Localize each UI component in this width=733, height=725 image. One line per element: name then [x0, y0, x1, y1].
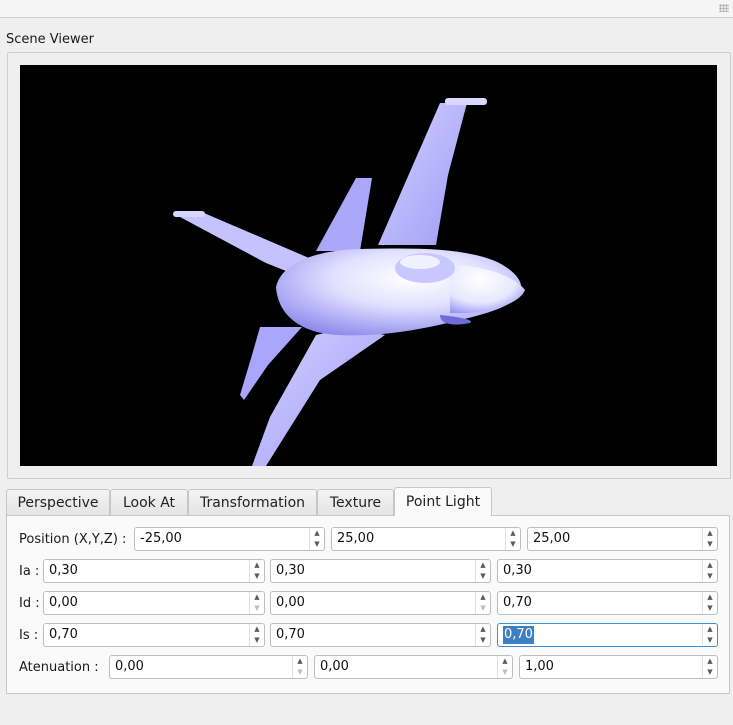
triangle-down-icon[interactable]: ▼	[476, 603, 490, 614]
triangle-up-icon[interactable]: ▲	[703, 592, 717, 603]
ia-label: Ia :	[19, 564, 40, 579]
triangle-down-icon[interactable]: ▼	[498, 667, 512, 678]
triangle-down-icon[interactable]: ▼	[250, 603, 264, 614]
triangle-up-icon[interactable]: ▲	[506, 528, 520, 539]
ia-g-spinbox[interactable]: 0,30 ▲ ▼	[270, 559, 491, 583]
triangle-down-icon[interactable]: ▼	[476, 571, 490, 582]
triangle-up-icon[interactable]: ▲	[498, 656, 512, 667]
triangle-up-icon[interactable]: ▲	[703, 656, 717, 667]
is-g-value: 0,70	[276, 627, 305, 642]
position-z-value: 25,00	[533, 531, 571, 546]
is-b-spinbox[interactable]: 0,70 ▲ ▼	[497, 623, 718, 647]
triangle-up-icon[interactable]: ▲	[476, 560, 490, 571]
ia-b-value: 0,30	[503, 563, 532, 578]
atenuation-quadratic-value: 1,00	[525, 659, 554, 674]
tab-look-at[interactable]: Look At	[110, 489, 188, 515]
is-r-spinbox[interactable]: 0,70 ▲ ▼	[43, 623, 265, 647]
triangle-up-icon[interactable]: ▲	[703, 528, 717, 539]
triangle-up-icon[interactable]: ▲	[250, 592, 264, 603]
position-y-value: 25,00	[337, 531, 375, 546]
is-r-value: 0,70	[49, 627, 78, 642]
triangle-down-icon[interactable]: ▼	[250, 635, 264, 646]
position-z-spinbox[interactable]: 25,00 ▲ ▼	[527, 527, 718, 551]
scene-viewer-title: Scene Viewer	[6, 32, 94, 47]
triangle-down-icon[interactable]: ▼	[250, 571, 264, 582]
position-label: Position (X,Y,Z) :	[19, 532, 127, 547]
id-b-value: 0,70	[503, 595, 532, 610]
is-g-spinbox[interactable]: 0,70 ▲ ▼	[270, 623, 491, 647]
ia-r-spinbox[interactable]: 0,30 ▲ ▼	[43, 559, 265, 583]
triangle-up-icon[interactable]: ▲	[703, 560, 717, 571]
triangle-down-icon[interactable]: ▼	[703, 571, 717, 582]
tab-perspective[interactable]: Perspective	[6, 489, 110, 515]
scene-viewport[interactable]	[20, 65, 717, 466]
triangle-up-icon[interactable]: ▲	[293, 656, 307, 667]
atenuation-constant-value: 0,00	[115, 659, 144, 674]
jet-model	[173, 98, 525, 466]
ia-b-spinbox[interactable]: 0,30 ▲ ▼	[497, 559, 718, 583]
triangle-down-icon[interactable]: ▼	[476, 635, 490, 646]
triangle-down-icon[interactable]: ▼	[703, 539, 717, 550]
tab-texture[interactable]: Texture	[317, 489, 394, 515]
triangle-up-icon[interactable]: ▲	[476, 592, 490, 603]
is-b-value: 0,70	[503, 626, 534, 644]
triangle-down-icon[interactable]: ▼	[703, 603, 717, 614]
atenuation-linear-spinbox[interactable]: 0,00 ▲ ▼	[314, 655, 513, 679]
id-g-spinbox[interactable]: 0,00 ▲ ▼	[270, 591, 491, 615]
triangle-up-icon[interactable]: ▲	[250, 560, 264, 571]
position-y-spinbox[interactable]: 25,00 ▲ ▼	[331, 527, 521, 551]
triangle-down-icon[interactable]: ▼	[506, 539, 520, 550]
position-x-value: -25,00	[140, 531, 182, 546]
ia-g-value: 0,30	[276, 563, 305, 578]
id-b-spinbox[interactable]: 0,70 ▲ ▼	[497, 591, 718, 615]
atenuation-constant-spinbox[interactable]: 0,00 ▲ ▼	[109, 655, 308, 679]
triangle-up-icon[interactable]: ▲	[250, 624, 264, 635]
triangle-up-icon[interactable]: ▲	[310, 528, 324, 539]
ia-r-value: 0,30	[49, 563, 78, 578]
triangle-down-icon[interactable]: ▼	[293, 667, 307, 678]
tab-point-light[interactable]: Point Light	[394, 487, 492, 516]
triangle-up-icon[interactable]: ▲	[476, 624, 490, 635]
id-r-spinbox[interactable]: 0,00 ▲ ▼	[43, 591, 265, 615]
atenuation-quadratic-spinbox[interactable]: 1,00 ▲ ▼	[519, 655, 718, 679]
id-label: Id :	[19, 596, 40, 611]
triangle-down-icon[interactable]: ▼	[703, 635, 717, 646]
id-g-value: 0,00	[276, 595, 305, 610]
atenuation-linear-value: 0,00	[320, 659, 349, 674]
triangle-up-icon[interactable]: ▲	[703, 624, 717, 635]
atenuation-label: Atenuation :	[19, 660, 99, 675]
toolbar-grip-icon[interactable]	[719, 4, 729, 12]
top-toolbar	[0, 0, 733, 18]
id-r-value: 0,00	[49, 595, 78, 610]
tab-transformation[interactable]: Transformation	[188, 489, 317, 515]
triangle-down-icon[interactable]: ▼	[310, 539, 324, 550]
is-label: Is :	[19, 628, 39, 643]
position-x-spinbox[interactable]: -25,00 ▲ ▼	[134, 527, 325, 551]
triangle-down-icon[interactable]: ▼	[703, 667, 717, 678]
